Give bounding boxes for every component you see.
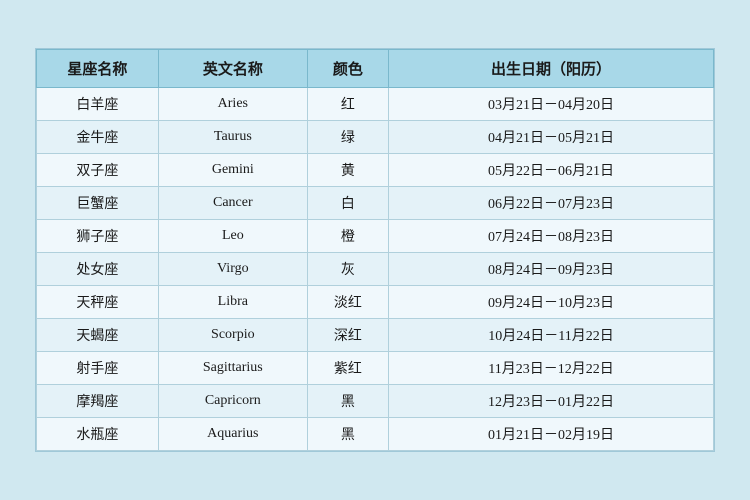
cell-date: 03月21日－04月20日: [389, 88, 714, 121]
table-row: 射手座Sagittarius紫红11月23日－12月22日: [37, 352, 714, 385]
cell-english: Aquarius: [158, 418, 307, 451]
table-row: 金牛座Taurus绿04月21日－05月21日: [37, 121, 714, 154]
cell-date: 09月24日－10月23日: [389, 286, 714, 319]
table-row: 天秤座Libra淡红09月24日－10月23日: [37, 286, 714, 319]
zodiac-table-container: 星座名称 英文名称 颜色 出生日期（阳历） 白羊座Aries红03月21日－04…: [35, 48, 715, 452]
table-body: 白羊座Aries红03月21日－04月20日金牛座Taurus绿04月21日－0…: [37, 88, 714, 451]
table-row: 天蝎座Scorpio深红10月24日－11月22日: [37, 319, 714, 352]
cell-english: Virgo: [158, 253, 307, 286]
cell-color: 橙: [307, 220, 388, 253]
cell-color: 紫红: [307, 352, 388, 385]
cell-chinese: 狮子座: [37, 220, 159, 253]
cell-color: 白: [307, 187, 388, 220]
cell-color: 深红: [307, 319, 388, 352]
cell-chinese: 处女座: [37, 253, 159, 286]
cell-color: 黄: [307, 154, 388, 187]
table-row: 摩羯座Capricorn黑12月23日－01月22日: [37, 385, 714, 418]
header-chinese: 星座名称: [37, 50, 159, 88]
cell-date: 07月24日－08月23日: [389, 220, 714, 253]
header-english: 英文名称: [158, 50, 307, 88]
cell-date: 08月24日－09月23日: [389, 253, 714, 286]
table-row: 双子座Gemini黄05月22日－06月21日: [37, 154, 714, 187]
header-date: 出生日期（阳历）: [389, 50, 714, 88]
cell-english: Sagittarius: [158, 352, 307, 385]
cell-english: Taurus: [158, 121, 307, 154]
cell-date: 04月21日－05月21日: [389, 121, 714, 154]
cell-chinese: 射手座: [37, 352, 159, 385]
cell-chinese: 双子座: [37, 154, 159, 187]
table-row: 巨蟹座Cancer白06月22日－07月23日: [37, 187, 714, 220]
cell-date: 01月21日－02月19日: [389, 418, 714, 451]
cell-english: Aries: [158, 88, 307, 121]
table-row: 狮子座Leo橙07月24日－08月23日: [37, 220, 714, 253]
cell-english: Cancer: [158, 187, 307, 220]
cell-date: 10月24日－11月22日: [389, 319, 714, 352]
cell-chinese: 巨蟹座: [37, 187, 159, 220]
cell-chinese: 天蝎座: [37, 319, 159, 352]
cell-date: 12月23日－01月22日: [389, 385, 714, 418]
cell-color: 黑: [307, 385, 388, 418]
cell-english: Libra: [158, 286, 307, 319]
header-color: 颜色: [307, 50, 388, 88]
table-row: 白羊座Aries红03月21日－04月20日: [37, 88, 714, 121]
cell-chinese: 摩羯座: [37, 385, 159, 418]
cell-color: 黑: [307, 418, 388, 451]
cell-date: 11月23日－12月22日: [389, 352, 714, 385]
cell-color: 灰: [307, 253, 388, 286]
cell-color: 红: [307, 88, 388, 121]
cell-english: Gemini: [158, 154, 307, 187]
cell-english: Scorpio: [158, 319, 307, 352]
cell-color: 淡红: [307, 286, 388, 319]
cell-chinese: 金牛座: [37, 121, 159, 154]
cell-chinese: 水瓶座: [37, 418, 159, 451]
cell-date: 05月22日－06月21日: [389, 154, 714, 187]
cell-chinese: 白羊座: [37, 88, 159, 121]
cell-date: 06月22日－07月23日: [389, 187, 714, 220]
cell-english: Capricorn: [158, 385, 307, 418]
cell-chinese: 天秤座: [37, 286, 159, 319]
table-row: 处女座Virgo灰08月24日－09月23日: [37, 253, 714, 286]
zodiac-table: 星座名称 英文名称 颜色 出生日期（阳历） 白羊座Aries红03月21日－04…: [36, 49, 714, 451]
table-header-row: 星座名称 英文名称 颜色 出生日期（阳历）: [37, 50, 714, 88]
cell-english: Leo: [158, 220, 307, 253]
table-row: 水瓶座Aquarius黑01月21日－02月19日: [37, 418, 714, 451]
cell-color: 绿: [307, 121, 388, 154]
